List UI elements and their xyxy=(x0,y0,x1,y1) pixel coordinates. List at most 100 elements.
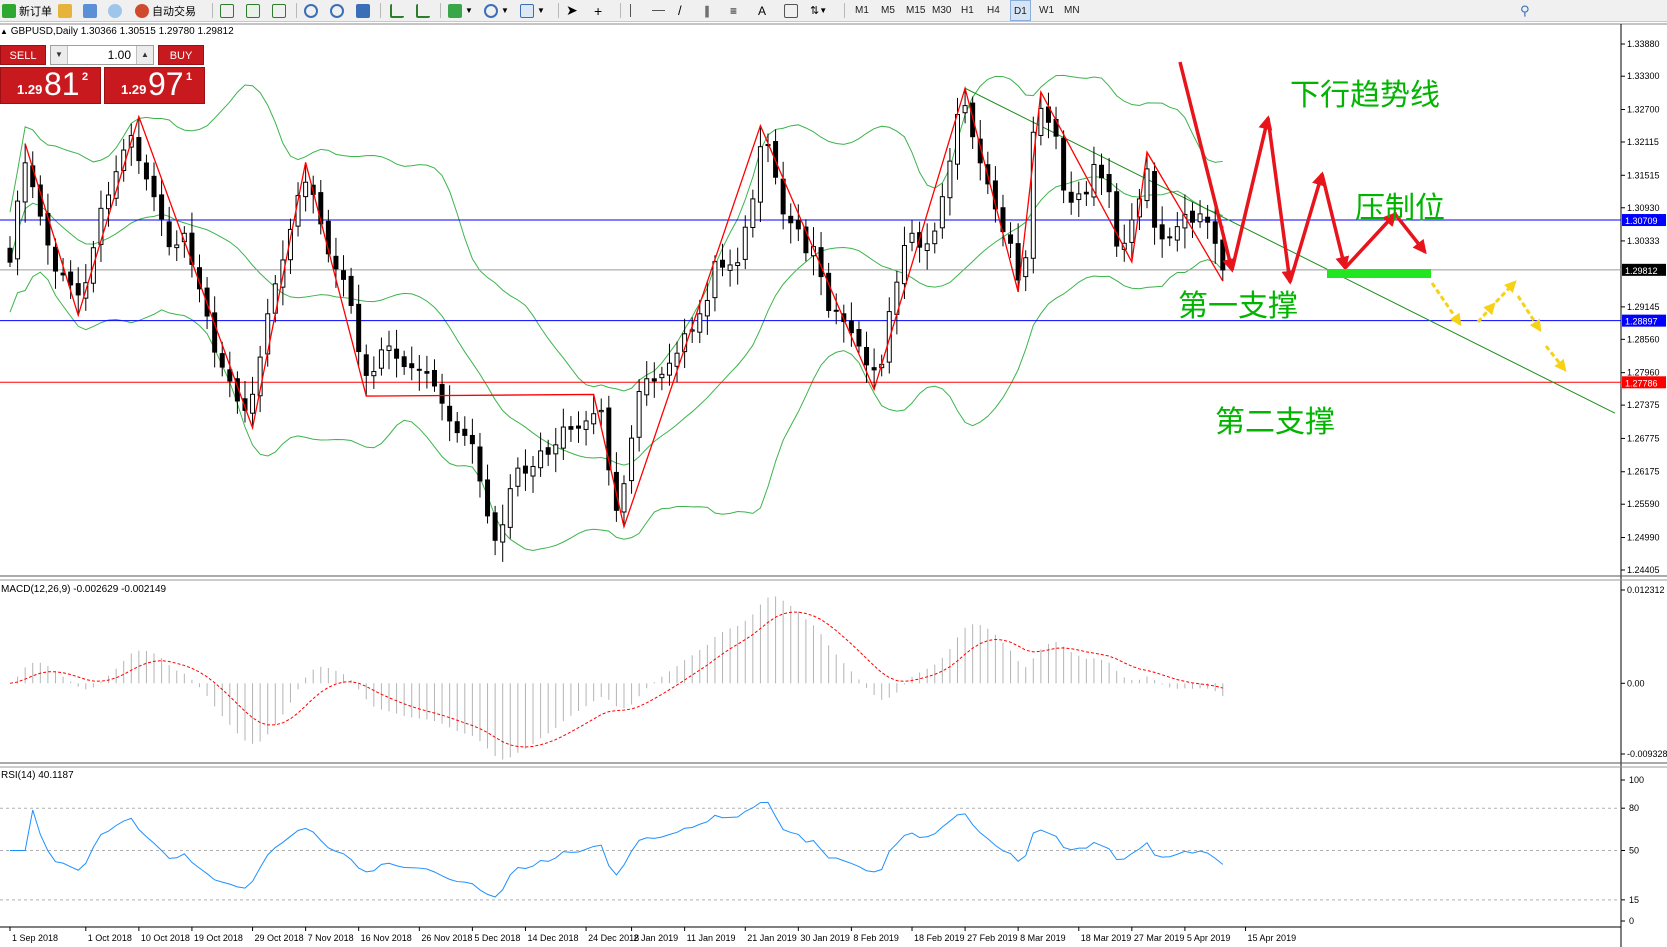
candle-body xyxy=(727,264,733,271)
candle-body xyxy=(333,255,339,270)
candle-body xyxy=(826,272,832,311)
macd-axis-tick-label: -0.009328 xyxy=(1627,749,1667,759)
candle-body xyxy=(52,246,58,272)
rsi-axis-tick-label: 80 xyxy=(1629,803,1639,813)
rsi-axis-tick-label: 50 xyxy=(1629,846,1639,856)
candle-body xyxy=(1212,221,1218,244)
time-axis-tick-label: 1 Oct 2018 xyxy=(88,933,132,943)
candle-body xyxy=(250,393,256,414)
candle-body xyxy=(924,243,930,252)
candle-body xyxy=(363,354,369,376)
candle-body xyxy=(416,368,422,371)
time-axis-tick-label: 10 Oct 2018 xyxy=(141,933,190,943)
candle-body xyxy=(462,428,468,436)
pattern-arrow-2 xyxy=(1230,115,1273,271)
candle-body xyxy=(545,447,551,455)
pattern-arrow-1 xyxy=(1178,61,1237,273)
price-axis-tick-label: 1.33880 xyxy=(1627,39,1660,49)
candle-body xyxy=(477,446,483,482)
price-axis-tick-label: 1.27375 xyxy=(1627,400,1660,410)
candle-body xyxy=(151,175,157,198)
downtrend-line xyxy=(964,87,1616,414)
candle-body xyxy=(447,405,453,422)
candle-body xyxy=(947,160,953,199)
time-axis-tick-label: 26 Nov 2018 xyxy=(421,933,472,943)
time-axis-tick-label: 14 Dec 2018 xyxy=(527,933,578,943)
candle-body xyxy=(1174,226,1180,241)
time-axis-tick-label: 30 Jan 2019 xyxy=(800,933,850,943)
pattern-arrow-3 xyxy=(1266,117,1296,285)
annotation-downtrend-line: 下行趋势线 xyxy=(1290,79,1440,112)
price-axis-tick-label: 1.32700 xyxy=(1627,105,1660,115)
projection-arrow-2 xyxy=(1476,302,1496,323)
candle-body xyxy=(1129,219,1135,243)
candle-body xyxy=(674,352,680,367)
level-price-tag-label: 1.28897 xyxy=(1625,317,1658,327)
price-axis-tick-label: 1.31515 xyxy=(1627,170,1660,180)
candle-body xyxy=(22,162,28,203)
support-bar xyxy=(1327,269,1431,278)
rsi-axis: 100 80 50 15 0 xyxy=(1621,775,1644,926)
rsi-axis-tick-label: 15 xyxy=(1629,895,1639,905)
candle-body xyxy=(409,363,415,369)
time-axis-tick-label: 5 Dec 2018 xyxy=(474,933,520,943)
candle-body xyxy=(15,200,21,260)
price-axis-tick-label: 1.30930 xyxy=(1627,203,1660,213)
price-axis-tick-label: 1.33300 xyxy=(1627,71,1660,81)
rsi-levels xyxy=(0,807,1621,901)
candle-body xyxy=(439,383,445,404)
time-axis-tick-label: 7 Nov 2018 xyxy=(308,933,354,943)
time-axis-tick-label: 18 Feb 2019 xyxy=(914,933,965,943)
candle-body xyxy=(522,465,528,474)
candle-body xyxy=(833,309,839,312)
candle-body xyxy=(68,271,74,286)
candle-body xyxy=(666,362,672,376)
candle-body xyxy=(538,450,544,469)
pattern-arrow-5 xyxy=(1320,173,1350,271)
time-axis-tick-label: 18 Mar 2019 xyxy=(1081,933,1132,943)
candle-body xyxy=(864,346,870,366)
candle-body xyxy=(424,371,430,374)
candle-body xyxy=(1008,234,1014,244)
candle-body xyxy=(871,367,877,371)
candle-body xyxy=(735,262,741,266)
candle-body xyxy=(227,369,233,382)
candle-body xyxy=(454,421,460,434)
annotation-resistance: 压制位 xyxy=(1355,192,1445,225)
candle-body xyxy=(697,313,703,333)
level-price-tag-label: 1.30709 xyxy=(1625,216,1658,226)
candle-body xyxy=(712,261,718,299)
price-axis: 1.33880 1.33300 1.32700 1.32115 1.31515 1.309… xyxy=(1621,39,1660,575)
candle-body xyxy=(356,303,362,353)
candle-body xyxy=(1106,173,1112,193)
rsi-line xyxy=(10,801,1224,898)
candle-body xyxy=(1114,191,1120,247)
time-axis-tick-label: 19 Oct 2018 xyxy=(194,933,243,943)
candle-body xyxy=(651,378,657,382)
candle-body xyxy=(1205,216,1211,223)
candle-body xyxy=(1152,171,1158,228)
candle-body xyxy=(659,373,665,379)
candle-body xyxy=(788,215,794,224)
candle-body xyxy=(401,356,407,368)
candle-body xyxy=(1076,193,1082,201)
candle-body xyxy=(644,378,650,396)
projection-arrows xyxy=(1430,280,1567,372)
candle-body xyxy=(955,114,960,165)
candle-body xyxy=(507,488,513,528)
time-axis-tick-label: 1 Sep 2018 xyxy=(12,933,58,943)
candle-body xyxy=(341,270,347,280)
candle-body xyxy=(704,299,710,317)
candle-body xyxy=(1144,168,1150,202)
price-chart[interactable]: 1.33880 1.33300 1.32700 1.32115 1.31515 1.309… xyxy=(0,0,1667,947)
candle-body xyxy=(7,247,13,263)
price-axis-tick-label: 1.24405 xyxy=(1627,565,1660,575)
candle-body xyxy=(750,198,756,229)
candle-body xyxy=(469,434,475,445)
candle-body xyxy=(1189,210,1195,223)
candle-body xyxy=(348,275,354,306)
candle-body xyxy=(598,409,604,413)
candle-body xyxy=(1083,191,1089,195)
price-axis-tick-label: 1.29145 xyxy=(1627,302,1660,312)
horizontal-levels xyxy=(0,219,1621,383)
